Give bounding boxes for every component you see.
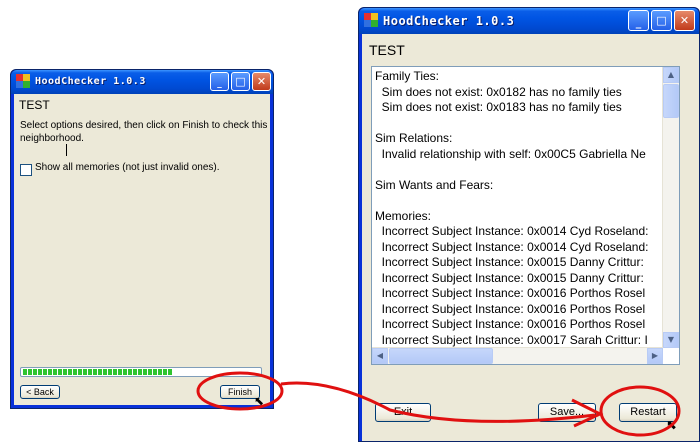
save-button[interactable]: Save...	[538, 403, 596, 422]
show-memories-checkbox[interactable]	[20, 164, 32, 176]
hoodchecker-results-window: HoodChecker 1.0.3 _ □ ✕ TEST Family Ties…	[358, 7, 700, 442]
progress-fill	[23, 369, 173, 375]
text-cursor	[66, 144, 67, 156]
app-icon	[16, 74, 30, 88]
scroll-left-button[interactable]: ◀	[372, 348, 388, 364]
exit-button[interactable]: Exit	[375, 403, 431, 422]
result-line: Incorrect Subject Instance: 0x0016 Porth…	[375, 301, 646, 316]
maximize-icon[interactable]: □	[651, 10, 672, 31]
page-heading: TEST	[19, 98, 50, 112]
result-line: Incorrect Subject Instance: 0x0015 Danny…	[375, 270, 644, 285]
title-bar[interactable]: HoodChecker 1.0.3 _ □ ✕	[11, 70, 273, 94]
result-line: Incorrect Subject Instance: 0x0017 Sarah…	[375, 332, 648, 347]
result-line: Incorrect Subject Instance: 0x0014 Cyd R…	[375, 224, 649, 238]
window-title: HoodChecker 1.0.3	[35, 76, 146, 87]
result-line: Sim does not exist: 0x0182 has no family…	[375, 84, 622, 99]
app-icon	[364, 13, 378, 27]
horizontal-scroll-thumb[interactable]	[389, 348, 493, 364]
back-button[interactable]: < Back	[20, 385, 60, 399]
scroll-up-button[interactable]: ▲	[663, 67, 679, 83]
result-line	[375, 193, 661, 209]
mouse-pointer-icon: ⬉	[254, 394, 265, 408]
wizard-client-area: TEST Select options desired, then click …	[14, 94, 270, 408]
result-line: Family Ties:	[375, 69, 440, 83]
result-line: Incorrect Subject Instance: 0x0016 Porth…	[375, 317, 646, 331]
horizontal-scrollbar[interactable]: ◀ ▶	[372, 347, 663, 364]
results-lines: Family Ties: Sim does not exist: 0x0182 …	[375, 69, 661, 348]
result-line: Sim Relations:	[375, 131, 453, 145]
result-line: Incorrect Subject Instance: 0x0014 Cyd R…	[375, 239, 649, 254]
results-list[interactable]: Family Ties: Sim does not exist: 0x0182 …	[371, 66, 680, 365]
scroll-down-button[interactable]: ▼	[663, 332, 679, 348]
result-line: Sim does not exist: 0x0183 has no family…	[375, 100, 622, 114]
window-title: HoodChecker 1.0.3	[383, 14, 515, 28]
title-bar[interactable]: HoodChecker 1.0.3 _ □ ✕	[359, 8, 699, 34]
result-line: Sim Wants and Fears:	[375, 177, 494, 192]
hoodchecker-wizard-window: HoodChecker 1.0.3 _ □ ✕ TEST Select opti…	[10, 69, 274, 409]
result-line	[375, 116, 661, 132]
scroll-right-button[interactable]: ▶	[647, 348, 663, 364]
result-line	[375, 162, 661, 178]
result-line: Incorrect Subject Instance: 0x0015 Danny…	[375, 255, 644, 269]
show-memories-label[interactable]: Show all memories (not just invalid ones…	[35, 162, 220, 173]
mouse-pointer-icon: ⬉	[666, 418, 677, 433]
maximize-icon[interactable]: □	[231, 72, 250, 91]
minimize-icon[interactable]: _	[628, 10, 649, 31]
scroll-thumb[interactable]	[663, 84, 679, 118]
result-line: Memories:	[375, 208, 432, 223]
close-icon[interactable]: ✕	[252, 72, 271, 91]
progress-bar	[20, 367, 262, 377]
vertical-scrollbar[interactable]: ▲ ▼	[662, 67, 679, 348]
result-line: Incorrect Subject Instance: 0x0016 Porth…	[375, 286, 646, 300]
instructions-text: Select options desired, then click on Fi…	[20, 120, 268, 144]
results-client-area: TEST Family Ties: Sim does not exist: 0x…	[362, 34, 699, 441]
close-icon[interactable]: ✕	[674, 10, 695, 31]
result-line: Invalid relationship with self: 0x00C5 G…	[375, 146, 646, 161]
page-heading: TEST	[369, 42, 405, 58]
minimize-icon[interactable]: _	[210, 72, 229, 91]
